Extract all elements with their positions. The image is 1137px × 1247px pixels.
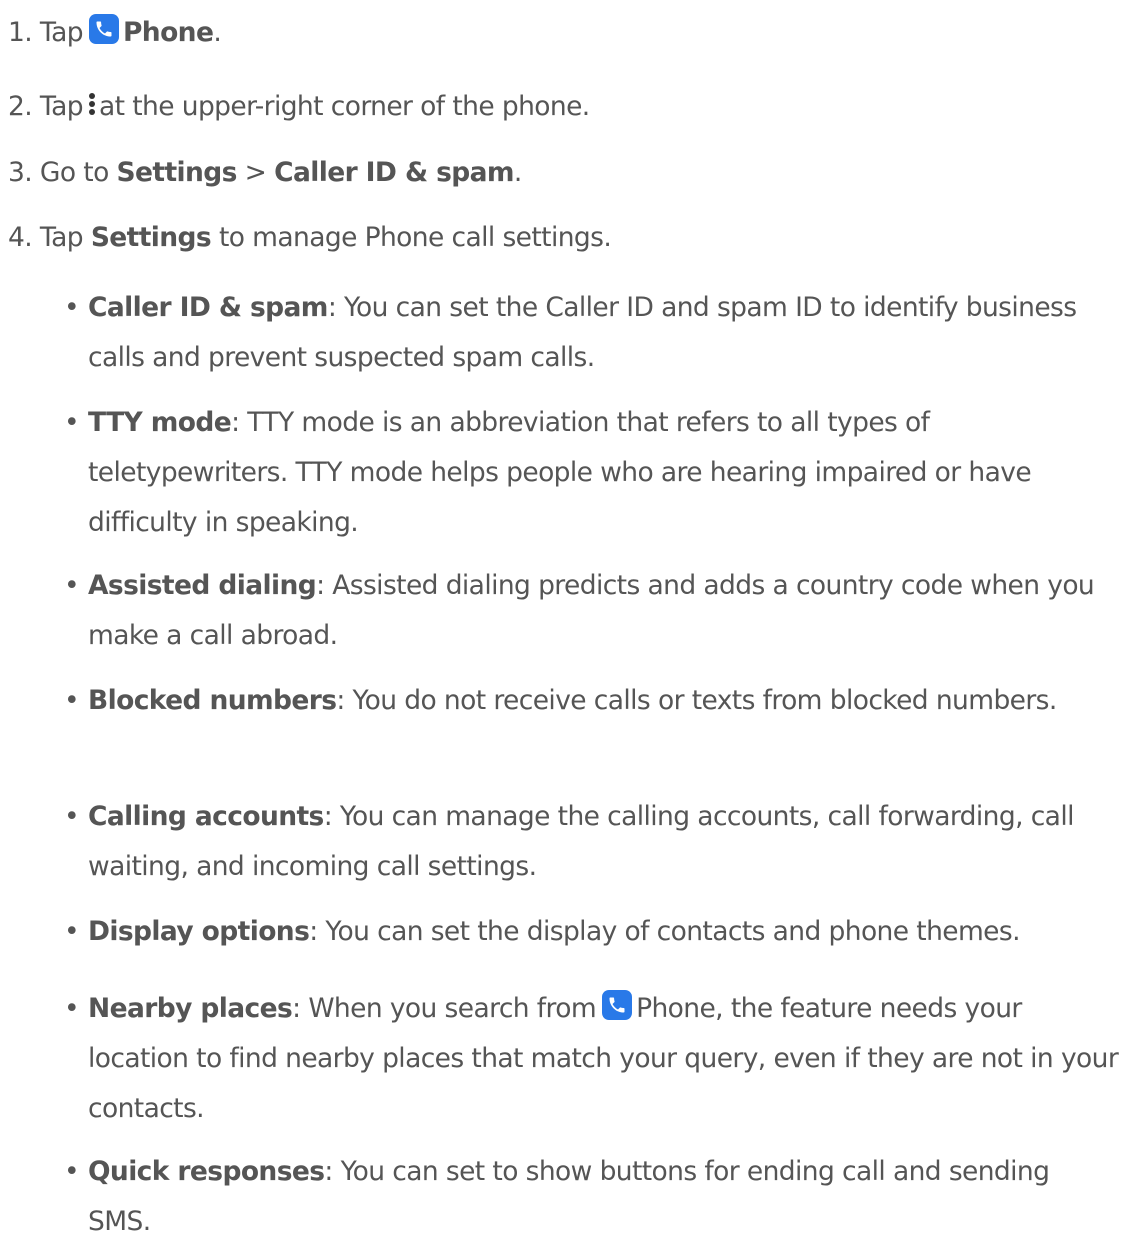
list-item-quick-responses: • Quick responses: You can set to show b… bbox=[64, 1147, 1119, 1247]
phone-app-label: Phone bbox=[122, 17, 214, 48]
phone-icon bbox=[88, 14, 119, 44]
step-4: 4. Tap Settings to manage Phone call set… bbox=[8, 213, 1127, 263]
bullet-dot: • bbox=[64, 685, 80, 716]
bullet-term: Display options bbox=[88, 916, 310, 947]
settings-label: Settings bbox=[116, 157, 238, 188]
list-item-display-options: • Display options: You can set the displ… bbox=[64, 907, 1119, 957]
step-1: 1. Tap Phone. bbox=[8, 8, 1127, 58]
step-number: 2. bbox=[8, 91, 33, 122]
settings-label: Settings bbox=[90, 222, 212, 253]
step-text: Go to bbox=[39, 157, 109, 188]
list-item-caller-id-spam: • Caller ID & spam: You can set the Call… bbox=[64, 283, 1119, 383]
bullet-term: Nearby places bbox=[88, 993, 293, 1024]
bullet-desc: : You do not receive calls or texts from… bbox=[336, 685, 1057, 716]
list-item-blocked-numbers: • Blocked numbers: You do not receive ca… bbox=[64, 676, 1119, 726]
bullet-dot: • bbox=[64, 407, 80, 438]
bullet-dot: • bbox=[64, 292, 80, 323]
step-number: 4. bbox=[8, 222, 33, 253]
bullet-dot: • bbox=[64, 916, 80, 947]
step-number: 1. bbox=[8, 17, 33, 48]
step-3: 3. Go to Settings > Caller ID & spam. bbox=[8, 148, 1127, 198]
bullet-dot: • bbox=[64, 801, 80, 832]
list-item-calling-accounts: • Calling accounts: You can manage the c… bbox=[64, 792, 1119, 892]
step-number: 3. bbox=[8, 157, 33, 188]
caller-id-spam-label: Caller ID & spam bbox=[274, 157, 514, 188]
separator: > bbox=[244, 157, 267, 188]
list-item-nearby-places: • Nearby places: When you search from Pho… bbox=[64, 984, 1119, 1134]
bullet-term: Assisted dialing bbox=[88, 570, 317, 601]
more-vertical-icon bbox=[87, 89, 97, 119]
bullet-term: Quick responses bbox=[88, 1156, 325, 1187]
bullet-term: Caller ID & spam bbox=[88, 292, 328, 323]
bullet-desc: : When you search from bbox=[292, 993, 597, 1024]
bullet-term: Blocked numbers bbox=[88, 685, 337, 716]
step-text: Tap bbox=[39, 17, 84, 48]
step-text: Tap bbox=[39, 222, 84, 253]
list-item-tty-mode: • TTY mode: TTY mode is an abbreviation … bbox=[64, 398, 1119, 548]
bullet-term: Calling accounts bbox=[88, 801, 324, 832]
bullet-dot: • bbox=[64, 1156, 80, 1187]
step-text: Tap bbox=[39, 91, 84, 122]
phone-icon bbox=[602, 990, 633, 1020]
bullet-dot: • bbox=[64, 993, 80, 1024]
step-2: 2. Tap at the upper-right corner of the p… bbox=[8, 82, 1127, 132]
bullet-desc: : You can set the display of contacts an… bbox=[309, 916, 1020, 947]
bullet-dot: • bbox=[64, 570, 80, 601]
list-item-assisted-dialing: • Assisted dialing: Assisted dialing pre… bbox=[64, 561, 1119, 661]
bullet-term: TTY mode bbox=[88, 407, 232, 438]
